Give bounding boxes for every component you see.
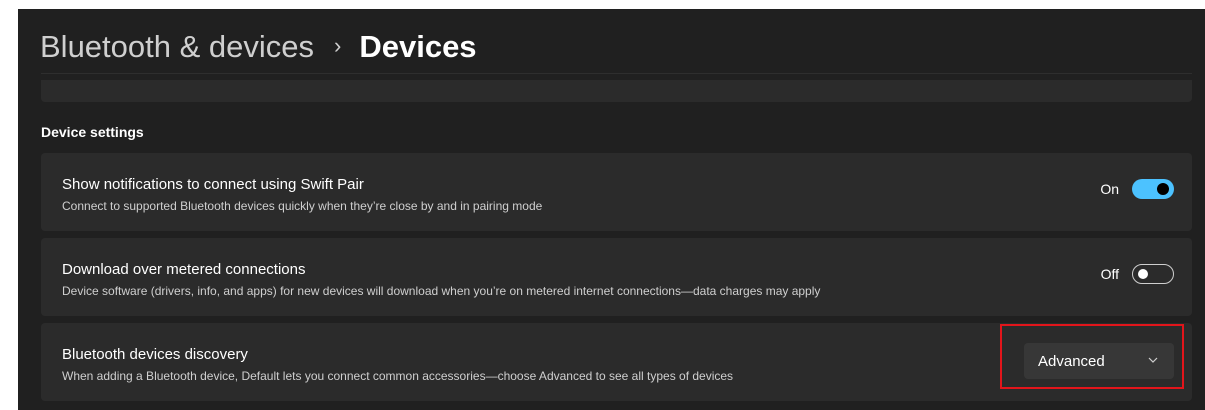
- section-title: Device settings: [41, 124, 144, 140]
- highlight-annotation-box: [1000, 324, 1184, 389]
- toggle-knob: [1138, 269, 1148, 279]
- page-title: Devices: [359, 29, 477, 64]
- scrolled-card-remnant: [41, 80, 1192, 102]
- setting-title: Download over metered connections: [62, 261, 306, 278]
- header-divider: [41, 73, 1192, 74]
- settings-window: Bluetooth & devices › Devices Device set…: [18, 9, 1205, 410]
- toggle-knob: [1157, 183, 1169, 195]
- breadcrumb: Bluetooth & devices › Devices: [40, 17, 477, 77]
- setting-title: Show notifications to connect using Swif…: [62, 176, 364, 193]
- setting-description: When adding a Bluetooth device, Default …: [62, 369, 734, 383]
- metered-toggle-group[interactable]: Off: [1101, 264, 1174, 284]
- toggle-state-label: On: [1100, 181, 1119, 197]
- setting-title: Bluetooth devices discovery: [62, 346, 248, 363]
- setting-card-swift-pair: Show notifications to connect using Swif…: [41, 153, 1192, 231]
- swift-pair-toggle-group[interactable]: On: [1100, 179, 1174, 199]
- toggle-state-label: Off: [1100, 266, 1119, 282]
- metered-toggle[interactable]: [1132, 264, 1174, 284]
- chevron-right-icon: ›: [334, 33, 342, 58]
- setting-card-metered: Download over metered connections Device…: [41, 238, 1192, 316]
- setting-description: Connect to supported Bluetooth devices q…: [62, 199, 543, 213]
- setting-description: Device software (drivers, info, and apps…: [62, 284, 821, 298]
- breadcrumb-parent-link[interactable]: Bluetooth & devices: [40, 29, 314, 65]
- swift-pair-toggle[interactable]: [1132, 179, 1174, 199]
